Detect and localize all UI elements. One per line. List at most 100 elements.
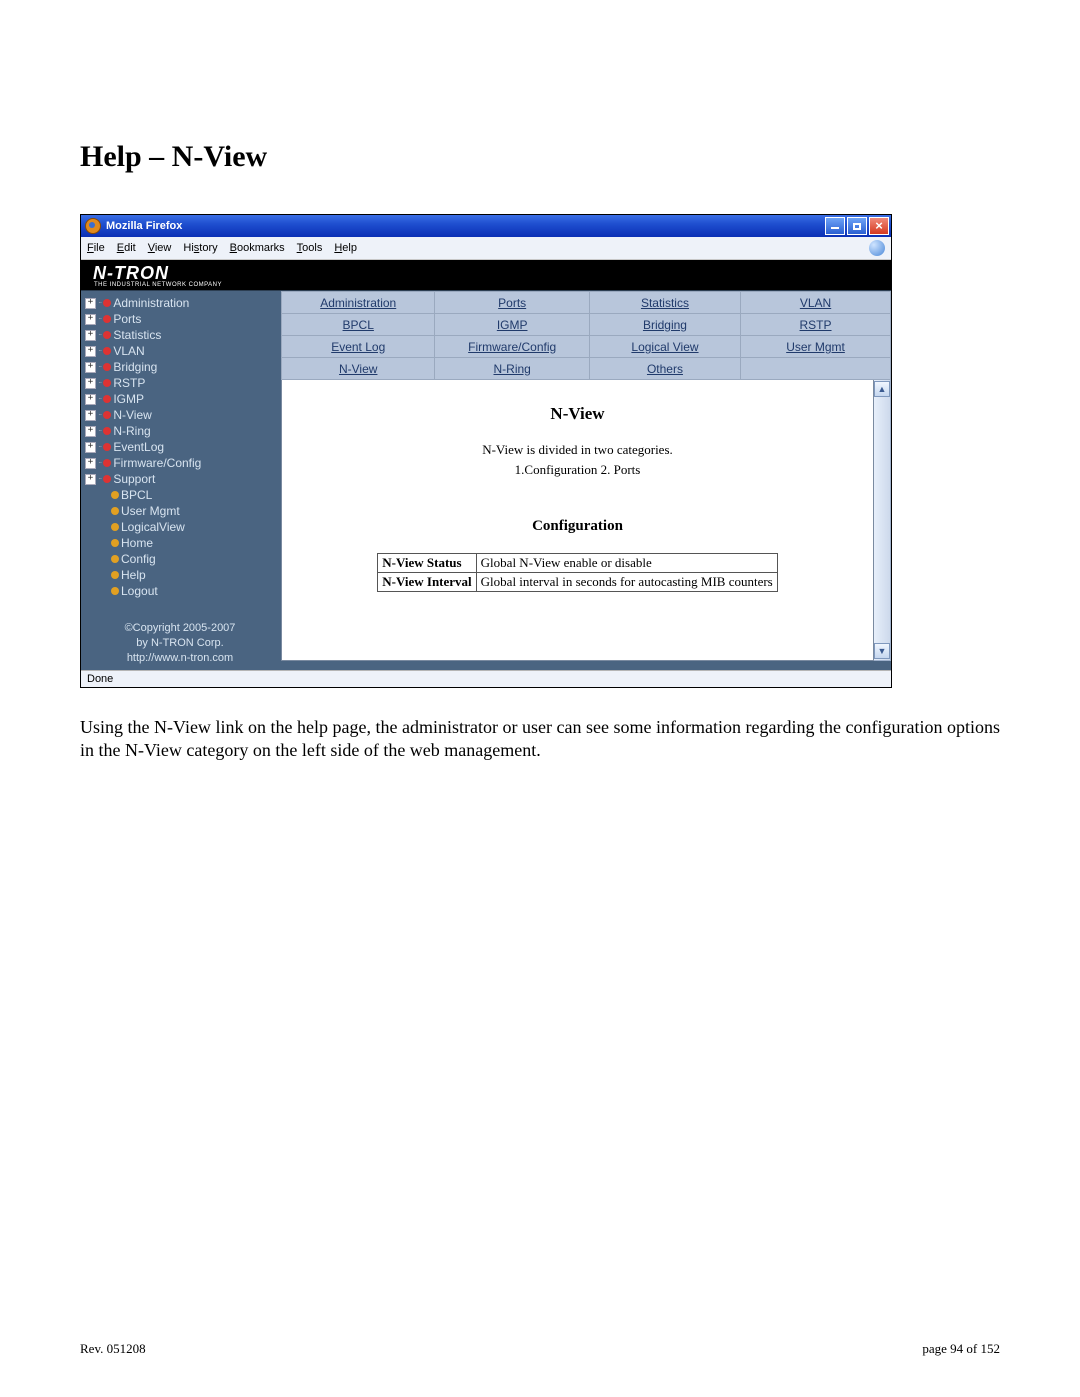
bullet-icon (103, 427, 111, 435)
expand-icon[interactable]: + (85, 474, 96, 485)
content-scrollbar[interactable]: ▲ ▼ (874, 380, 891, 661)
window-title: Mozilla Firefox (106, 220, 182, 232)
content-subheading: Configuration (292, 518, 863, 535)
tree-item-nview[interactable]: +·· N-View (85, 407, 275, 423)
expand-icon[interactable]: + (85, 314, 96, 325)
menu-view[interactable]: View (148, 242, 172, 254)
bullet-icon (103, 475, 111, 483)
nav-link-vlan[interactable]: VLAN (800, 296, 831, 310)
browser-statusbar: Done (81, 670, 891, 687)
cfg-key: N-View Interval (378, 573, 476, 592)
tree-item-ports[interactable]: +·· Ports (85, 311, 275, 327)
firefox-icon (85, 218, 101, 234)
expand-icon[interactable]: + (85, 394, 96, 405)
nav-link-statistics[interactable]: Statistics (641, 296, 689, 310)
expand-icon[interactable]: + (85, 330, 96, 341)
scroll-up-icon[interactable]: ▲ (874, 381, 890, 397)
menu-bookmarks[interactable]: Bookmarks (230, 242, 285, 254)
nav-link-bridging[interactable]: Bridging (643, 318, 687, 332)
tree-item-nring[interactable]: +·· N-Ring (85, 423, 275, 439)
bullet-icon (103, 315, 111, 323)
close-button[interactable]: × (869, 217, 889, 235)
tree-item-bpcl[interactable]: BPCL (85, 487, 275, 503)
menu-history[interactable]: History (183, 242, 217, 254)
tree-item-config[interactable]: Config (85, 551, 275, 567)
cfg-key: N-View Status (378, 554, 476, 573)
expand-icon[interactable]: + (85, 426, 96, 437)
bullet-icon (111, 491, 119, 499)
browser-window: Mozilla Firefox × File Edit View History… (80, 214, 892, 688)
expand-icon[interactable]: + (85, 298, 96, 309)
expand-icon[interactable]: + (85, 458, 96, 469)
bullet-icon (111, 523, 119, 531)
bullet-icon (111, 555, 119, 563)
status-text: Done (87, 673, 113, 685)
bullet-icon (111, 507, 119, 515)
nav-link-logicalview[interactable]: Logical View (631, 340, 698, 354)
expand-icon[interactable]: + (85, 346, 96, 357)
table-row: N-View Interval Global interval in secon… (378, 573, 778, 592)
bullet-icon (111, 587, 119, 595)
nav-link-bpcl[interactable]: BPCL (343, 318, 374, 332)
nav-link-usermgmt[interactable]: User Mgmt (786, 340, 845, 354)
footer-page: page 94 of 152 (922, 1341, 1000, 1357)
bullet-icon (103, 299, 111, 307)
bullet-icon (103, 347, 111, 355)
menu-edit[interactable]: Edit (117, 242, 136, 254)
ntron-tagline: THE INDUSTRIAL NETWORK COMPANY (94, 282, 222, 288)
content-line2: 1.Configuration 2. Ports (292, 462, 863, 478)
tree-item-administration[interactable]: +·· Administration (85, 295, 275, 311)
bullet-icon (103, 379, 111, 387)
tree-item-logicalview[interactable]: LogicalView (85, 519, 275, 535)
tree-item-vlan[interactable]: +·· VLAN (85, 343, 275, 359)
content-line1: N-View is divided in two categories. (292, 442, 863, 458)
footer-rev: Rev. 051208 (80, 1341, 146, 1357)
expand-icon[interactable]: + (85, 410, 96, 421)
nav-link-administration[interactable]: Administration (320, 296, 396, 310)
cfg-value: Global interval in seconds for autocasti… (476, 573, 777, 592)
tree-item-eventlog[interactable]: +·· EventLog (85, 439, 275, 455)
nav-link-nring[interactable]: N-Ring (493, 362, 530, 376)
minimize-button[interactable] (825, 217, 845, 235)
tree-item-logout[interactable]: Logout (85, 583, 275, 599)
nav-empty-cell (741, 358, 891, 380)
bullet-icon (103, 395, 111, 403)
bullet-icon (103, 411, 111, 419)
tree-item-igmp[interactable]: +·· IGMP (85, 391, 275, 407)
page-title: Help – N-View (80, 140, 1000, 174)
scroll-down-icon[interactable]: ▼ (874, 643, 890, 659)
tree-item-usermgmt[interactable]: User Mgmt (85, 503, 275, 519)
doc-paragraph: Using the N-View link on the help page, … (80, 716, 1000, 761)
menu-help[interactable]: Help (334, 242, 357, 254)
nav-link-firmwareconfig[interactable]: Firmware/Config (468, 340, 556, 354)
tree-item-help[interactable]: Help (85, 567, 275, 583)
nav-link-igmp[interactable]: IGMP (497, 318, 528, 332)
bullet-icon (111, 571, 119, 579)
help-content: N-View N-View is divided in two categori… (281, 380, 874, 661)
browser-menubar: File Edit View History Bookmarks Tools H… (81, 237, 891, 260)
window-titlebar: Mozilla Firefox × (81, 215, 891, 237)
tree-item-support[interactable]: +·· Support (85, 471, 275, 487)
config-table: N-View Status Global N-View enable or di… (377, 553, 778, 592)
expand-icon[interactable]: + (85, 378, 96, 389)
menu-file[interactable]: File (87, 242, 105, 254)
nav-link-eventlog[interactable]: Event Log (331, 340, 385, 354)
nav-link-rstp[interactable]: RSTP (800, 318, 832, 332)
ntron-banner: N-TRON THE INDUSTRIAL NETWORK COMPANY (81, 260, 891, 290)
tree-item-bridging[interactable]: +·· Bridging (85, 359, 275, 375)
menu-tools[interactable]: Tools (297, 242, 323, 254)
nav-tree: +·· Administration +·· Ports +·· Statist… (81, 291, 281, 670)
nav-link-others[interactable]: Others (647, 362, 683, 376)
tree-item-statistics[interactable]: +·· Statistics (85, 327, 275, 343)
bullet-icon (103, 363, 111, 371)
nav-link-nview[interactable]: N-View (339, 362, 377, 376)
nav-link-ports[interactable]: Ports (498, 296, 526, 310)
tree-item-firmwareconfig[interactable]: +·· Firmware/Config (85, 455, 275, 471)
expand-icon[interactable]: + (85, 362, 96, 373)
content-heading: N-View (292, 404, 863, 424)
expand-icon[interactable]: + (85, 442, 96, 453)
tree-item-home[interactable]: Home (85, 535, 275, 551)
tree-item-rstp[interactable]: +·· RSTP (85, 375, 275, 391)
bullet-icon (103, 459, 111, 467)
maximize-button[interactable] (847, 217, 867, 235)
